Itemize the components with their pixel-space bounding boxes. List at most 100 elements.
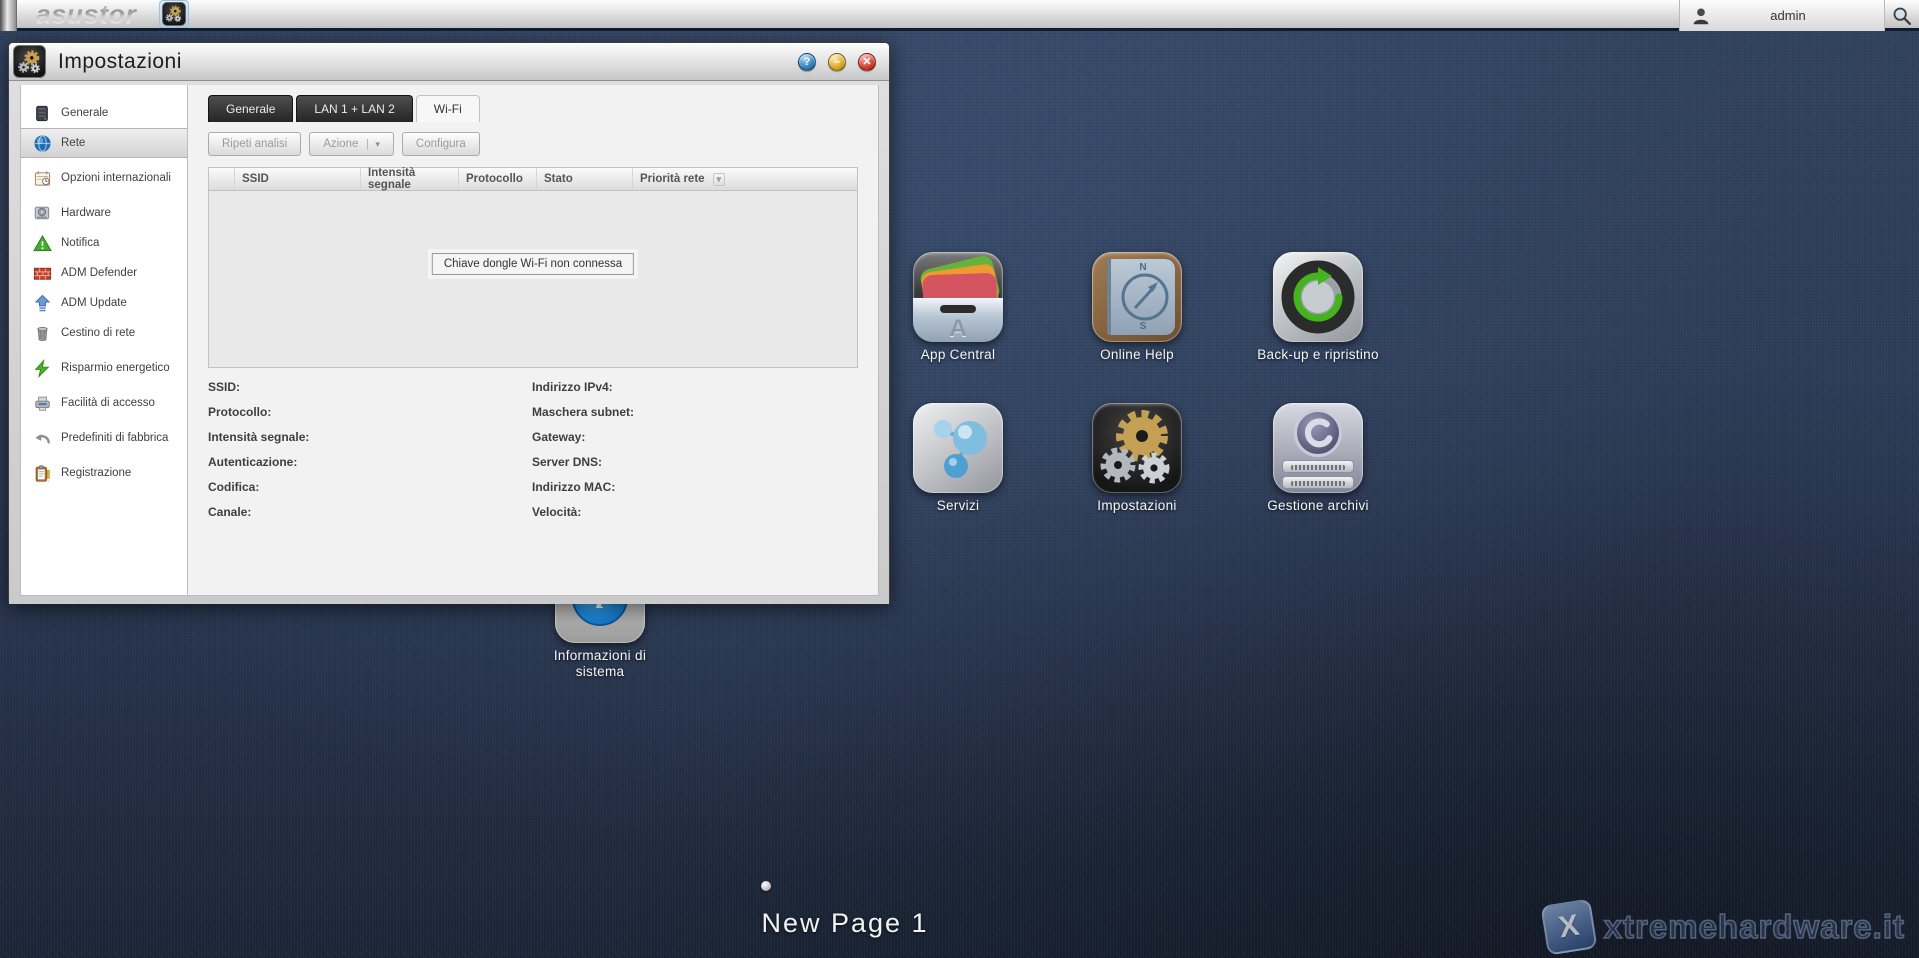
detail-label-maschera-subnet: Maschera subnet: xyxy=(532,406,638,431)
desktop-icon-backup-restore[interactable]: Back-up e ripristino xyxy=(1248,252,1388,363)
window-titlebar[interactable]: Impostazioni ? – ✕ xyxy=(9,43,889,81)
table-header-priorita[interactable]: Priorità rete ▾ xyxy=(632,168,857,190)
settings-gears-icon xyxy=(1092,403,1182,493)
drive-bar xyxy=(1282,476,1354,489)
table-body: Chiave dongle Wi-Fi non connessa xyxy=(209,191,857,367)
sidebar-item-label: ADM Update xyxy=(61,297,127,310)
calendar-icon xyxy=(32,168,52,188)
sidebar-item-label: Facilità di accesso xyxy=(61,397,155,410)
empty-table-message: Chiave dongle Wi-Fi non connessa xyxy=(432,253,634,275)
sidebar-item-label: Hardware xyxy=(61,207,111,220)
settings-gears-icon xyxy=(13,45,46,78)
desktop-icon-settings[interactable]: Impostazioni xyxy=(1067,403,1207,514)
compass-south-label: S xyxy=(1140,321,1147,332)
person-icon xyxy=(1690,5,1712,27)
help-book: N S xyxy=(1107,259,1175,335)
app-central-icon: A xyxy=(913,252,1003,342)
clipboard-icon xyxy=(32,463,52,483)
sidebar-item-hardware[interactable]: Hardware xyxy=(21,198,187,228)
tab-lan1-lan2[interactable]: LAN 1 + LAN 2 xyxy=(296,95,412,122)
search-button[interactable] xyxy=(1889,3,1915,29)
desktop-icon-online-help[interactable]: N S Online Help xyxy=(1067,252,1207,363)
table-header-stato[interactable]: Stato xyxy=(536,168,632,190)
configure-button[interactable]: Configura xyxy=(402,132,480,156)
detail-label-indirizzo-mac: Indirizzo MAC: xyxy=(532,481,638,506)
detail-label-velocita: Velocità: xyxy=(532,506,638,531)
undo-arrow-icon xyxy=(32,428,52,448)
sidebar-item-notifica[interactable]: Notifica xyxy=(21,228,187,258)
storage-manager-icon xyxy=(1273,403,1363,493)
app-central-letter: A xyxy=(949,315,966,342)
desktop-icon-services[interactable]: Servizi xyxy=(888,403,1028,514)
desktop-icon-storage-manager[interactable]: Gestione archivi xyxy=(1248,403,1388,514)
printer-icon xyxy=(32,393,52,413)
chevron-down-icon[interactable]: ▾ xyxy=(367,139,380,150)
username-label: admin xyxy=(1712,8,1884,23)
sidebar-item-adm-defender[interactable]: ADM Defender xyxy=(21,258,187,288)
table-header-intensita[interactable]: Intensità segnale xyxy=(360,168,458,190)
desktop-icon-label: Informazioni di sistema xyxy=(530,648,670,680)
help-button[interactable]: ? xyxy=(798,53,816,71)
sidebar-item-opzioni-internazionali[interactable]: Opzioni internazionali xyxy=(21,158,187,198)
settings-gears-icon xyxy=(162,2,186,26)
sidebar-item-registrazione[interactable]: Registrazione xyxy=(21,458,187,488)
taskbar-item-impostazioni[interactable] xyxy=(159,0,189,28)
settings-window: Impostazioni ? – ✕ Generale xyxy=(8,42,890,604)
desktop-icon-label: Back-up e ripristino xyxy=(1248,347,1388,363)
detail-label-ssid: SSID: xyxy=(208,381,532,406)
sort-caret-icon[interactable]: ▾ xyxy=(713,173,726,186)
sidebar-item-risparmio-energetico[interactable]: Risparmio energetico xyxy=(21,348,187,388)
server-icon xyxy=(32,103,52,123)
action-button-label: Azione xyxy=(323,138,358,150)
minimize-button[interactable]: – xyxy=(828,53,846,71)
desktop-icon-label: Gestione archivi xyxy=(1248,498,1388,514)
tab-wifi[interactable]: Wi-Fi xyxy=(416,95,480,122)
desktop-icon-label: Online Help xyxy=(1067,347,1207,363)
sidebar-item-rete[interactable]: Rete xyxy=(21,128,187,158)
page-indicator-dot[interactable] xyxy=(761,881,771,891)
harddrive-icon xyxy=(32,203,52,223)
compass-north-label: N xyxy=(1139,262,1146,273)
details-right-column: Indirizzo IPv4: Maschera subnet: Gateway… xyxy=(532,381,852,531)
taskbar-collapse-handle[interactable] xyxy=(0,0,17,31)
desktop: A App Central N S Online Help xyxy=(0,0,1919,958)
action-button[interactable]: Azione ▾ xyxy=(309,132,394,156)
close-button[interactable]: ✕ xyxy=(858,53,876,71)
watermark: X xtremehardware.it xyxy=(1544,902,1905,952)
warning-icon xyxy=(32,233,52,253)
sidebar-item-facilita-di-accesso[interactable]: Facilità di accesso xyxy=(21,388,187,418)
sidebar-item-label: Generale xyxy=(61,107,108,120)
desktop-icon-label: Servizi xyxy=(888,498,1028,514)
firewall-icon xyxy=(32,263,52,283)
tab-generale[interactable]: Generale xyxy=(208,95,293,122)
sidebar-item-label: Predefiniti di fabbrica xyxy=(61,432,168,445)
table-header-select[interactable] xyxy=(209,168,234,190)
sidebar-item-label: Rete xyxy=(61,137,85,150)
sidebar-item-label: Risparmio energetico xyxy=(61,362,170,375)
services-icon xyxy=(913,403,1003,493)
backup-restore-icon xyxy=(1273,252,1363,342)
detail-label-server-dns: Server DNS: xyxy=(532,456,638,481)
sidebar-item-label: ADM Defender xyxy=(61,267,137,280)
desktop-icon-app-central[interactable]: A App Central xyxy=(888,252,1028,363)
sidebar-item-generale[interactable]: Generale xyxy=(21,98,187,128)
sidebar-item-adm-update[interactable]: ADM Update xyxy=(21,288,187,318)
app-tray-slot xyxy=(940,305,976,313)
sidebar-item-label: Opzioni internazionali xyxy=(61,172,171,185)
sidebar-item-label: Registrazione xyxy=(61,467,131,480)
watermark-text: xtremehardware.it xyxy=(1604,908,1905,946)
sidebar-item-cestino-di-rete[interactable]: Cestino di rete xyxy=(21,318,187,348)
table-header-ssid[interactable]: SSID xyxy=(234,168,360,190)
rescan-button[interactable]: Ripeti analisi xyxy=(208,132,301,156)
table-header-protocollo[interactable]: Protocollo xyxy=(458,168,536,190)
storage-wrench-badge xyxy=(1294,409,1342,457)
trash-icon xyxy=(32,323,52,343)
user-menu[interactable]: admin xyxy=(1679,0,1885,31)
network-pane: Generale LAN 1 + LAN 2 Wi-Fi Ripeti anal… xyxy=(188,85,879,596)
sidebar-item-predefiniti-di-fabbrica[interactable]: Predefiniti di fabbrica xyxy=(21,418,187,458)
detail-label-protocollo: Protocollo: xyxy=(208,406,532,431)
page-title: New Page 1 xyxy=(695,908,995,939)
table-header-priorita-label: Priorità rete xyxy=(640,173,705,185)
top-taskbar: asustor admin xyxy=(0,0,1919,31)
detail-label-codifica: Codifica: xyxy=(208,481,532,506)
